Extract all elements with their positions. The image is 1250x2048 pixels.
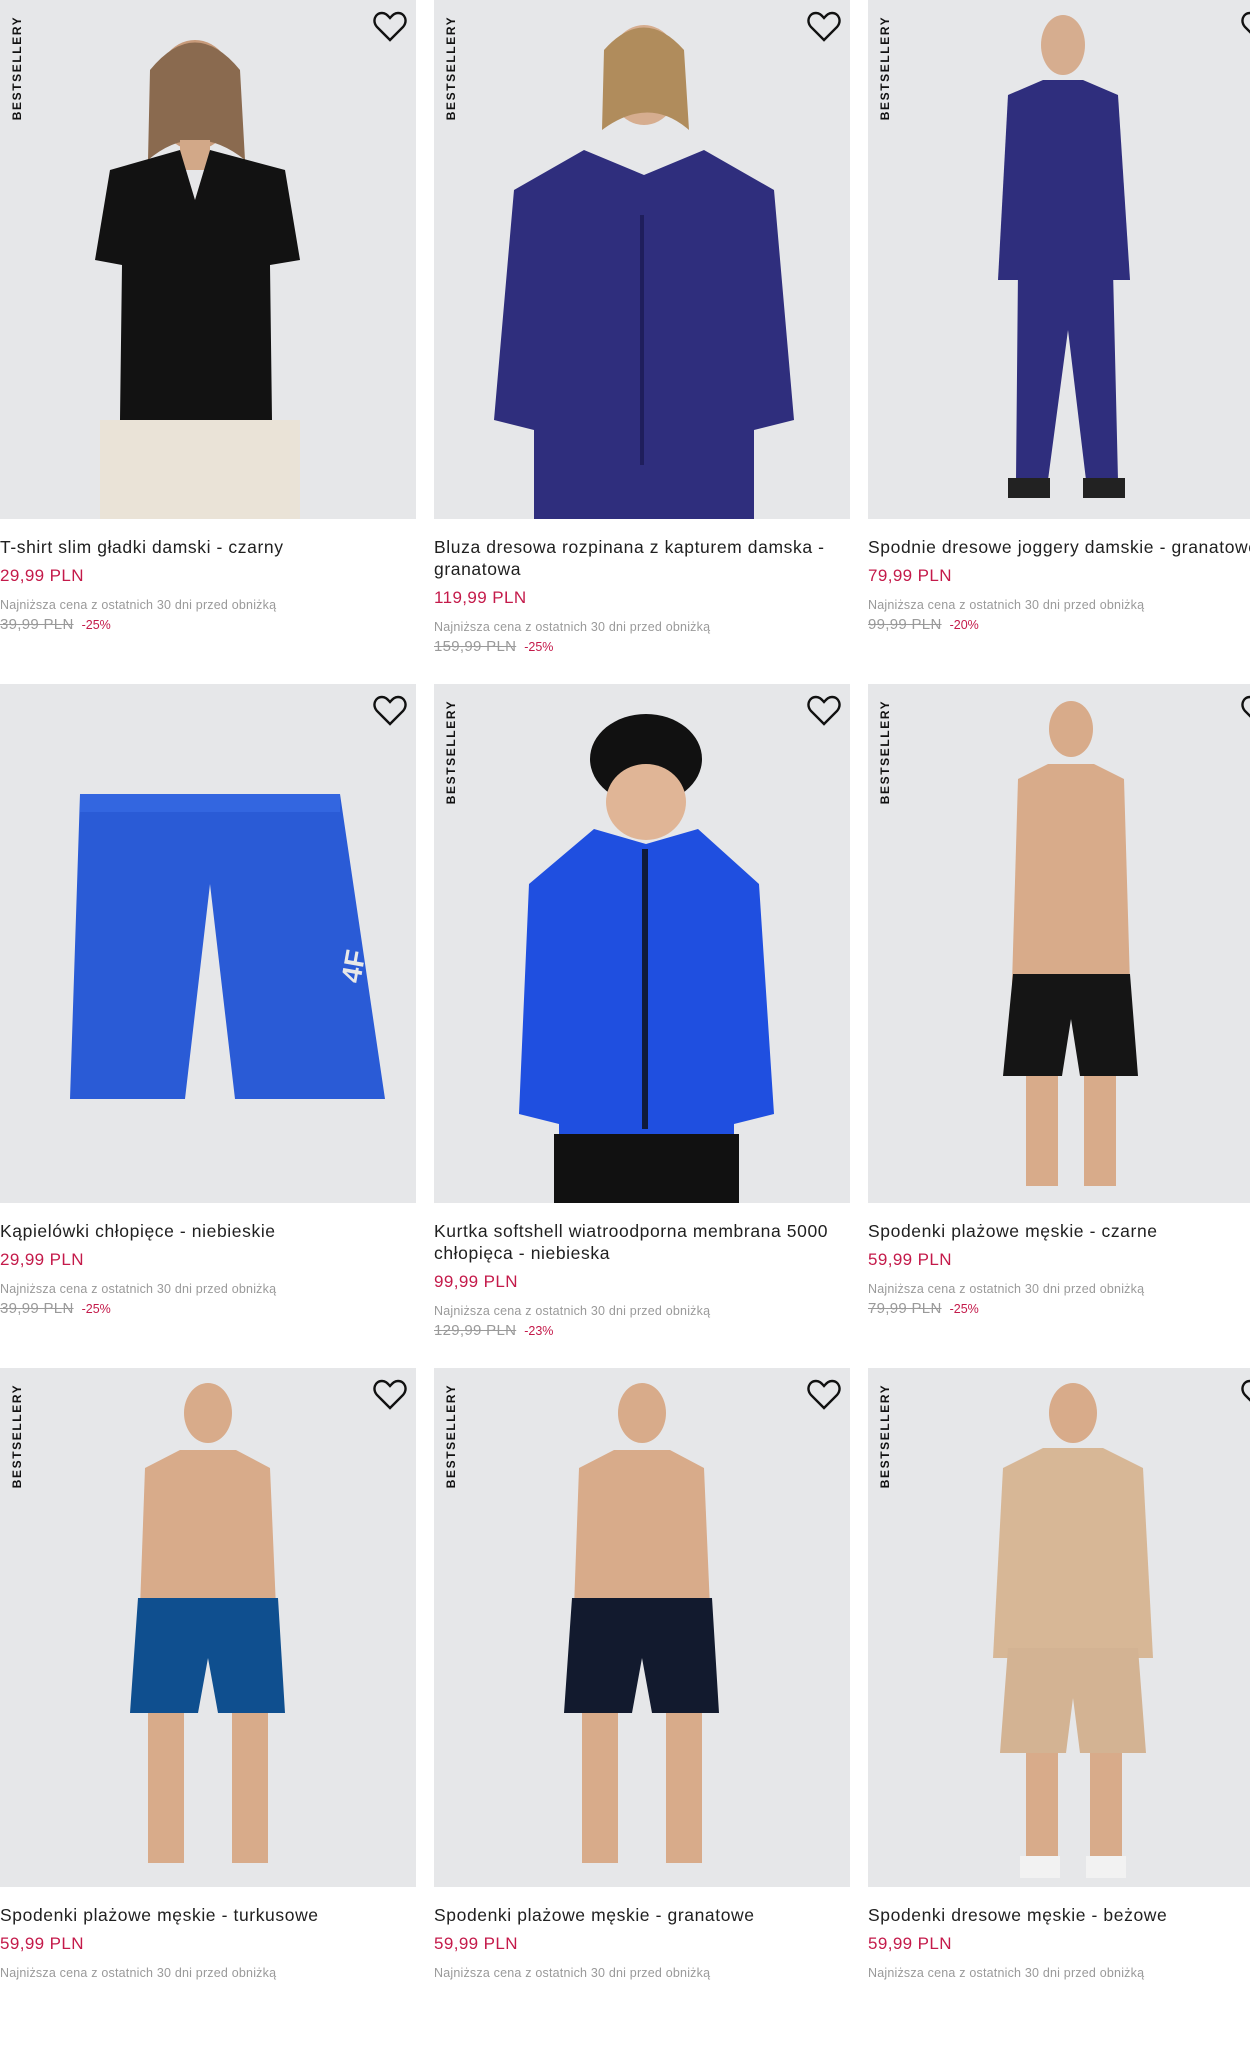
discount-badge: -25% bbox=[81, 618, 111, 632]
product-price: 79,99 PLN bbox=[868, 566, 952, 585]
lowest-price-label: Najniższa cena z ostatnich 30 dni przed … bbox=[434, 620, 711, 634]
old-price: 159,99 PLN bbox=[434, 638, 517, 655]
discount-badge: -20% bbox=[949, 618, 979, 632]
bestseller-badge: BESTSELLERY bbox=[444, 699, 458, 805]
product-name[interactable]: T-shirt slim gładki damski - czarny bbox=[0, 532, 416, 558]
product-card[interactable]: BESTSELLERY Spodenki plażowe męskie - cz… bbox=[868, 684, 1250, 1364]
wishlist-heart-icon[interactable] bbox=[806, 694, 842, 728]
wishlist-heart-icon[interactable] bbox=[1240, 10, 1250, 44]
wishlist-heart-icon[interactable] bbox=[806, 10, 842, 44]
discount-badge: -25% bbox=[524, 640, 554, 654]
product-name[interactable]: Spodenki plażowe męskie - turkusowe bbox=[0, 1900, 416, 1926]
product-image-blue-softshell-jacket[interactable]: BESTSELLERY bbox=[434, 684, 850, 1203]
product-name[interactable]: Spodenki dresowe męskie - beżowe bbox=[868, 1900, 1250, 1926]
product-name[interactable]: Bluza dresowa rozpinana z kapturem damsk… bbox=[434, 532, 850, 580]
product-price: 59,99 PLN bbox=[868, 1934, 952, 1953]
product-card[interactable]: BESTSELLERY Spodenki plażowe męskie - tu… bbox=[0, 1368, 416, 2048]
product-price: 119,99 PLN bbox=[434, 588, 527, 607]
product-card[interactable]: BESTSELLERY Bluza dresowa rozpinana z ka… bbox=[434, 0, 850, 680]
old-price: 39,99 PLN bbox=[0, 1300, 74, 1317]
lowest-price-label: Najniższa cena z ostatnich 30 dni przed … bbox=[0, 1966, 277, 1980]
discount-badge: -25% bbox=[81, 1302, 111, 1316]
product-price: 29,99 PLN bbox=[0, 566, 84, 585]
product-image-turquoise-beach-shorts[interactable]: BESTSELLERY bbox=[0, 1368, 416, 1887]
product-card[interactable]: BESTSELLERY T-shirt slim gładki damski -… bbox=[0, 0, 416, 680]
product-image-navy-beach-shorts[interactable]: BESTSELLERY bbox=[434, 1368, 850, 1887]
product-name[interactable]: Kurtka softshell wiatroodporna membrana … bbox=[434, 1216, 850, 1264]
product-name[interactable]: Spodenki plażowe męskie - czarne bbox=[868, 1216, 1250, 1242]
product-name[interactable]: Spodenki plażowe męskie - granatowe bbox=[434, 1900, 850, 1926]
wishlist-heart-icon[interactable] bbox=[372, 10, 408, 44]
svg-text:4F: 4F bbox=[335, 947, 371, 985]
bestseller-badge: BESTSELLERY bbox=[878, 15, 892, 121]
product-card[interactable]: 4F Kąpielówki chłopięce - niebieskie 29,… bbox=[0, 684, 416, 1364]
product-price: 59,99 PLN bbox=[868, 1250, 952, 1269]
product-price: 59,99 PLN bbox=[0, 1934, 84, 1953]
product-image-black-beach-shorts[interactable]: BESTSELLERY bbox=[868, 684, 1250, 1203]
product-price: 29,99 PLN bbox=[0, 1250, 84, 1269]
lowest-price-label: Najniższa cena z ostatnich 30 dni przed … bbox=[868, 1282, 1145, 1296]
lowest-price-label: Najniższa cena z ostatnich 30 dni przed … bbox=[434, 1304, 711, 1318]
old-price: 129,99 PLN bbox=[434, 1322, 517, 1339]
product-card[interactable]: BESTSELLERY Spodnie dresowe joggery dams… bbox=[868, 0, 1250, 680]
product-name[interactable]: Spodnie dresowe joggery damskie - granat… bbox=[868, 532, 1250, 558]
product-image-navy-joggers[interactable]: BESTSELLERY bbox=[868, 0, 1250, 519]
wishlist-heart-icon[interactable] bbox=[1240, 1378, 1250, 1412]
old-price: 99,99 PLN bbox=[868, 616, 942, 633]
lowest-price-label: Najniższa cena z ostatnich 30 dni przed … bbox=[0, 1282, 277, 1296]
product-card[interactable]: BESTSELLERY Spodenki dresowe męskie - be… bbox=[868, 1368, 1250, 2048]
wishlist-heart-icon[interactable] bbox=[1240, 694, 1250, 728]
product-image-black-tshirt[interactable]: BESTSELLERY bbox=[0, 0, 416, 519]
old-price: 79,99 PLN bbox=[868, 1300, 942, 1317]
bestseller-badge: BESTSELLERY bbox=[878, 699, 892, 805]
lowest-price-label: Najniższa cena z ostatnich 30 dni przed … bbox=[868, 598, 1145, 612]
product-image-beige-sweat-shorts[interactable]: BESTSELLERY bbox=[868, 1368, 1250, 1887]
product-price: 99,99 PLN bbox=[434, 1272, 518, 1291]
bestseller-badge: BESTSELLERY bbox=[878, 1383, 892, 1489]
product-name[interactable]: Kąpielówki chłopięce - niebieskie bbox=[0, 1216, 416, 1242]
lowest-price-label: Najniższa cena z ostatnich 30 dni przed … bbox=[0, 598, 277, 612]
lowest-price-label: Najniższa cena z ostatnich 30 dni przed … bbox=[868, 1966, 1145, 1980]
product-price: 59,99 PLN bbox=[434, 1934, 518, 1953]
product-image-navy-hoodie[interactable]: BESTSELLERY bbox=[434, 0, 850, 519]
product-image-blue-swim-trunks[interactable]: 4F bbox=[0, 684, 416, 1203]
bestseller-badge: BESTSELLERY bbox=[444, 15, 458, 121]
bestseller-badge: BESTSELLERY bbox=[10, 1383, 24, 1489]
product-card[interactable]: BESTSELLERY Kurtka softshell wiatroodpor… bbox=[434, 684, 850, 1364]
lowest-price-label: Najniższa cena z ostatnich 30 dni przed … bbox=[434, 1966, 711, 1980]
old-price: 39,99 PLN bbox=[0, 616, 74, 633]
bestseller-badge: BESTSELLERY bbox=[10, 15, 24, 121]
wishlist-heart-icon[interactable] bbox=[806, 1378, 842, 1412]
product-card[interactable]: BESTSELLERY Spodenki plażowe męskie - gr… bbox=[434, 1368, 850, 2048]
discount-badge: -25% bbox=[949, 1302, 979, 1316]
discount-badge: -23% bbox=[524, 1324, 554, 1338]
wishlist-heart-icon[interactable] bbox=[372, 1378, 408, 1412]
wishlist-heart-icon[interactable] bbox=[372, 694, 408, 728]
bestseller-badge: BESTSELLERY bbox=[444, 1383, 458, 1489]
